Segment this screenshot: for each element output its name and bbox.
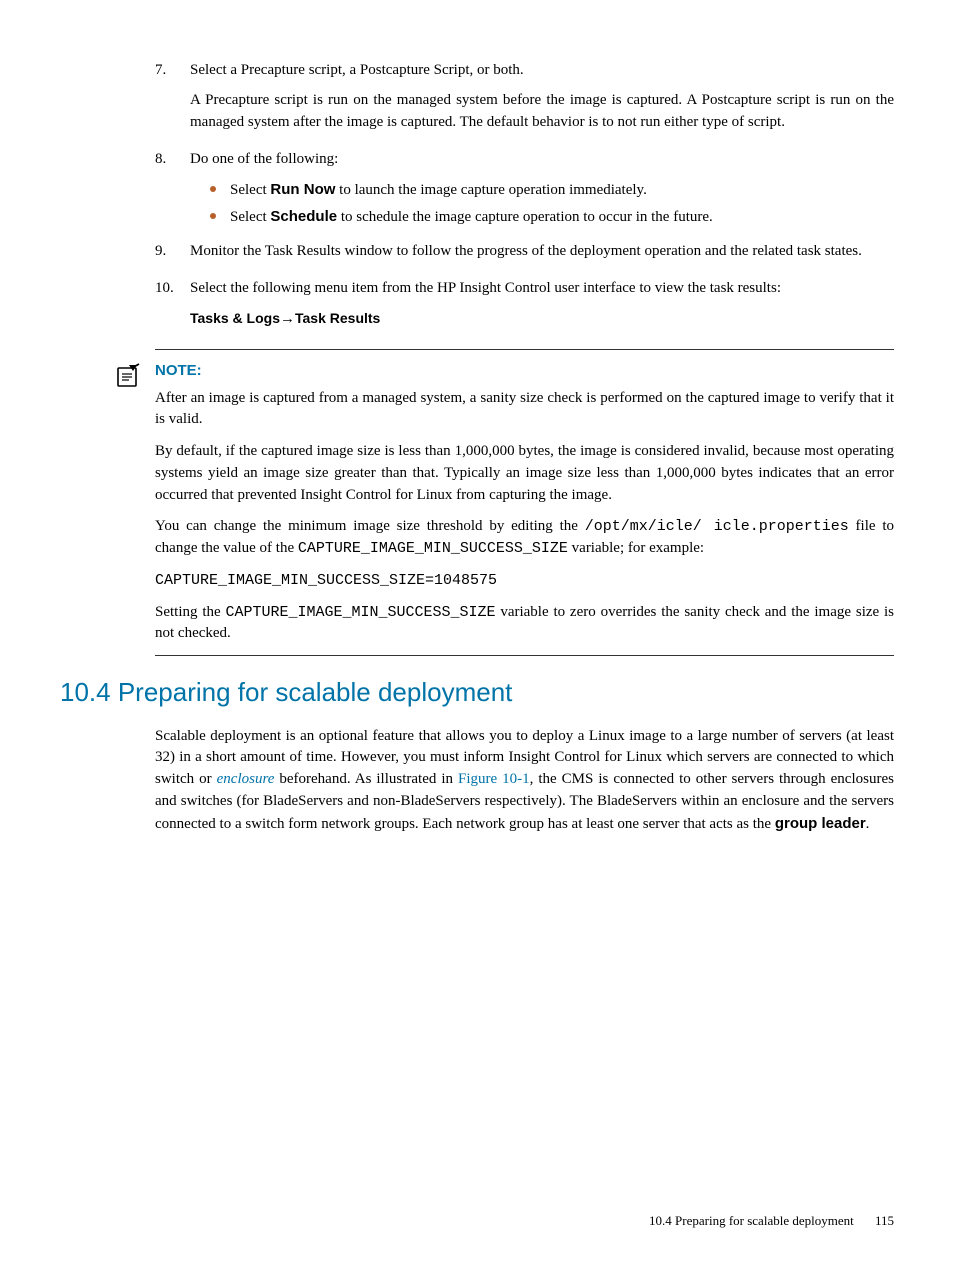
list-item-10: 10. Select the following menu item from … (155, 278, 894, 339)
text-fragment: beforehand. As illustrated in (274, 771, 458, 787)
text-fragment: You can change the minimum image size th… (155, 518, 585, 534)
figure-link[interactable]: Figure 10-1 (458, 771, 530, 787)
list-item-7: 7. Select a Precapture script, a Postcap… (155, 60, 894, 141)
code-inline: CAPTURE_IMAGE_MIN_SUCCESS_SIZE (225, 604, 495, 621)
section-heading: 10.4 Preparing for scalable deployment (60, 674, 894, 712)
code-inline: CAPTURE_IMAGE_MIN_SUCCESS_SIZE (298, 540, 568, 557)
bullet-item: Select Schedule to schedule the image ca… (210, 206, 894, 229)
list-body: Monitor the Task Results window to follo… (190, 241, 894, 271)
text-fragment: to schedule the image capture operation … (337, 209, 713, 225)
note-icon (115, 362, 141, 396)
bold-text: group leader (775, 815, 866, 832)
text-fragment: . (866, 816, 870, 832)
ordered-list: 7. Select a Precapture script, a Postcap… (155, 60, 894, 656)
divider (155, 655, 894, 656)
text-fragment: variable; for example: (568, 540, 704, 556)
bullet-text: Select Schedule to schedule the image ca… (230, 206, 713, 229)
section-paragraph: Scalable deployment is an optional featu… (155, 726, 894, 836)
section-body: Scalable deployment is an optional featu… (155, 726, 894, 836)
text-fragment: Setting the (155, 604, 225, 620)
list-body: Do one of the following: Select Run Now … (190, 149, 894, 232)
page-footer: 10.4 Preparing for scalable deployment 1… (649, 1212, 894, 1231)
list-number: 7. (155, 60, 190, 141)
path-segment: Task Results (295, 310, 380, 326)
note-paragraph: By default, if the captured image size i… (155, 441, 894, 506)
bullet-icon (210, 186, 216, 192)
body-text: A Precapture script is run on the manage… (190, 90, 894, 134)
note-paragraph: Setting the CAPTURE_IMAGE_MIN_SUCCESS_SI… (155, 602, 894, 646)
note-body: After an image is captured from a manage… (155, 388, 894, 646)
note-paragraph: You can change the minimum image size th… (155, 516, 894, 560)
bold-text: Schedule (270, 208, 337, 225)
page-number: 115 (875, 1213, 894, 1228)
note-paragraph: After an image is captured from a manage… (155, 388, 894, 432)
list-item-9: 9. Monitor the Task Results window to fo… (155, 241, 894, 271)
text-fragment: to launch the image capture operation im… (335, 182, 646, 198)
divider (155, 349, 894, 350)
body-text: Do one of the following: (190, 149, 894, 171)
bullet-text: Select Run Now to launch the image captu… (230, 179, 647, 202)
list-item-8: 8. Do one of the following: Select Run N… (155, 149, 894, 232)
code-inline: /opt/mx/icle/ icle.properties (585, 518, 849, 535)
code-block: CAPTURE_IMAGE_MIN_SUCCESS_SIZE=1048575 (155, 570, 894, 592)
note-block: NOTE: After an image is captured from a … (155, 360, 894, 645)
list-body: Select the following menu item from the … (190, 278, 894, 339)
bullet-item: Select Run Now to launch the image captu… (210, 179, 894, 202)
list-number: 8. (155, 149, 190, 232)
list-body: Select a Precapture script, a Postcaptur… (190, 60, 894, 141)
glossary-link[interactable]: enclosure (217, 771, 275, 787)
arrow-icon: → (280, 310, 295, 327)
note-label: NOTE: (155, 360, 894, 382)
list-number: 10. (155, 278, 190, 339)
text-fragment: Select (230, 182, 270, 198)
footer-text: 10.4 Preparing for scalable deployment (649, 1213, 854, 1228)
text-fragment: Select (230, 209, 270, 225)
body-text: Monitor the Task Results window to follo… (190, 241, 894, 263)
body-text: Select a Precapture script, a Postcaptur… (190, 60, 894, 82)
bullet-icon (210, 213, 216, 219)
bold-text: Run Now (270, 181, 335, 198)
list-number: 9. (155, 241, 190, 271)
path-segment: Tasks & Logs (190, 310, 280, 326)
body-text: Select the following menu item from the … (190, 278, 894, 300)
menu-path: Tasks & Logs→Task Results (190, 308, 894, 331)
